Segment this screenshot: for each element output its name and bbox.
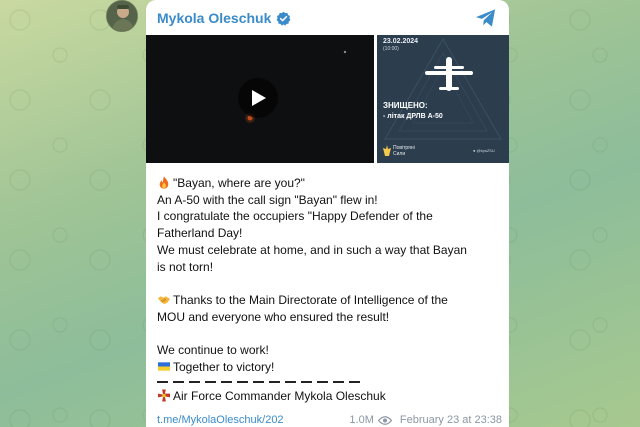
fire-icon xyxy=(159,176,169,189)
post-date: February 23 at 23:38 xyxy=(399,414,502,426)
infographic-image[interactable]: 23.02.2024 (10:00) ЗНИЩЕНО: - літак ДРЛВ… xyxy=(377,35,509,163)
message-line-6: is not torn! xyxy=(157,259,214,274)
channel-avatar[interactable] xyxy=(106,0,138,32)
message-line-4: Fatherland Day! xyxy=(157,226,243,241)
infographic-time: (10:00) xyxy=(383,46,399,52)
closing-line-1: We continue to work! xyxy=(157,343,269,357)
channel-name[interactable]: Mykola Oleschuk xyxy=(157,10,271,26)
message-line-3: I congratulate the occupiers "Happy Defe… xyxy=(157,209,433,224)
infographic-date: 23.02.2024 xyxy=(383,38,419,45)
telegram-icon[interactable] xyxy=(475,8,497,28)
infographic-subline: - літак ДРЛВ А-50 xyxy=(383,113,443,120)
infographic-brand: Повітряні Сили xyxy=(393,145,415,157)
post-media: 23.02.2024 (10:00) ЗНИЩЕНО: - літак ДРЛВ… xyxy=(146,35,509,163)
thanks-line-1: Thanks to the Main Directorate of Intell… xyxy=(157,292,502,309)
view-count: 1.0M xyxy=(349,414,399,426)
post-footer: t.me/MykolaOleschuk/202 1.0M February 23… xyxy=(157,413,502,427)
military-cross-icon xyxy=(157,389,171,402)
handshake-icon xyxy=(157,296,171,305)
eye-icon xyxy=(377,415,392,425)
thanks-line-2: MOU and everyone who ensured the result! xyxy=(157,309,390,324)
verified-badge-icon xyxy=(276,11,291,26)
message-line-1: "Bayan, where are you?" xyxy=(157,175,502,192)
signature-line: Air Force Commander Mykola Oleschuk xyxy=(157,388,502,405)
message-line-5: We must celebrate at home, and in such a… xyxy=(157,242,467,257)
dash-separator xyxy=(157,381,502,384)
ukraine-flag-icon xyxy=(157,362,171,371)
closing-line-2: Together to victory! xyxy=(157,359,502,376)
post-text: "Bayan, where are you?" An A-50 with the… xyxy=(157,175,502,405)
channel-post: Mykola Oleschuk 23.02.2024 (10:00) ЗНИЩЕ… xyxy=(146,0,509,427)
post-link[interactable]: t.me/MykolaOleschuk/202 xyxy=(157,414,284,426)
air-force-emblem-icon xyxy=(383,145,391,156)
post-header: Mykola Oleschuk xyxy=(157,8,291,28)
video-thumbnail[interactable] xyxy=(146,35,374,163)
play-icon xyxy=(252,90,266,106)
play-button[interactable] xyxy=(238,78,278,118)
infographic-background xyxy=(377,35,509,163)
message-line-2: An A-50 with the call sign "Bayan" flew … xyxy=(157,192,378,207)
infographic-tag: ● @kpsZSU xyxy=(473,148,495,153)
infographic-headline: ЗНИЩЕНО: xyxy=(383,101,428,110)
